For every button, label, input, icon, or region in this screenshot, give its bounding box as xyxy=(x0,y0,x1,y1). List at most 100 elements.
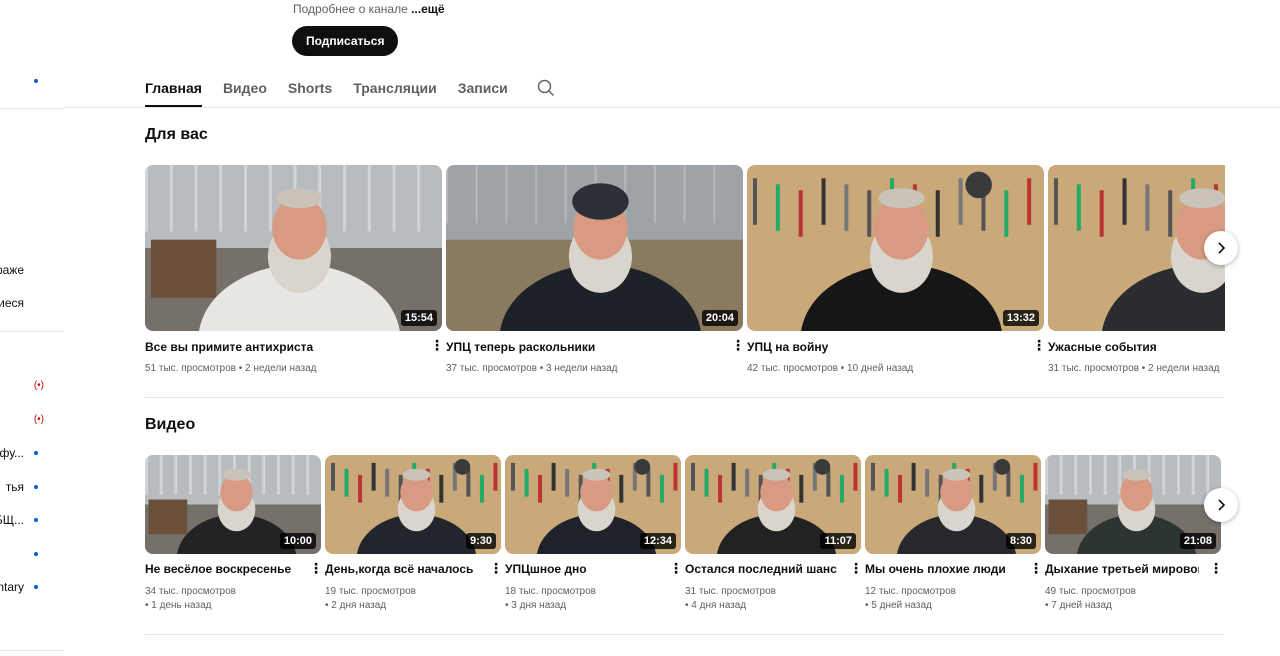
thumbnail-image xyxy=(446,165,743,331)
section-title-videos: Видео xyxy=(145,416,196,433)
video-views: 19 тыс. просмотров xyxy=(325,586,416,597)
video-title[interactable]: УПЦ теперь раскольники xyxy=(446,340,721,354)
video-thumbnail[interactable]: 8:30 xyxy=(865,455,1041,554)
section-title-for-you: Для вас xyxy=(145,126,208,143)
video-age: • 1 день назад xyxy=(145,600,212,611)
video-title[interactable]: Остался последний шанс xyxy=(685,562,839,576)
video-title[interactable]: Дыхание третьей мировой xyxy=(1045,562,1199,576)
video-title[interactable]: Мы очень плохие люди xyxy=(865,562,1019,576)
video-card[interactable]: 10:00 Не весёлое воскресенье ⋮ 34 тыс. прос… xyxy=(145,455,323,611)
video-views: 31 тыс. просмотров xyxy=(685,586,776,597)
description-more-link[interactable]: ...ещё xyxy=(411,2,444,16)
video-thumbnail[interactable]: 10:00 xyxy=(145,455,321,554)
sidebar-item[interactable]: й фу... xyxy=(0,436,64,470)
new-content-dot-icon xyxy=(34,518,38,522)
video-card[interactable]: 20:04 УПЦ теперь раскольники ⋮ 37 тыс. прос… xyxy=(446,165,745,374)
video-thumbnail[interactable]: 13:32 xyxy=(747,165,1044,331)
video-menu-button[interactable]: ⋮ xyxy=(1032,338,1046,352)
video-duration: 8:30 xyxy=(1005,533,1036,549)
sidebar-item[interactable]: раже xyxy=(0,253,64,287)
video-menu-button[interactable]: ⋮ xyxy=(1029,561,1043,575)
video-card[interactable]: 9:30 День,когда всё началось ⋮ 19 тыс. прос… xyxy=(325,455,503,611)
channel-tabs: Главная Видео Shorts Трансляции Записи xyxy=(145,70,555,107)
sidebar-item[interactable]: ntary xyxy=(0,570,64,604)
video-age: • 2 дня назад xyxy=(325,600,387,611)
video-duration: 9:30 xyxy=(465,533,496,549)
new-content-dot-icon xyxy=(34,585,38,589)
video-age: • 7 дней назад xyxy=(1045,600,1112,611)
new-content-dot-icon xyxy=(34,79,38,83)
search-icon xyxy=(537,79,554,96)
video-thumbnail[interactable]: 20:04 xyxy=(446,165,743,331)
thumbnail-image xyxy=(145,165,442,331)
sidebar-item[interactable]: иеся xyxy=(0,286,64,320)
channel-description[interactable]: Подробнее о канале ...ещё xyxy=(293,2,445,16)
video-menu-button[interactable]: ⋮ xyxy=(849,561,863,575)
video-duration: 15:54 xyxy=(400,310,437,326)
video-menu-button[interactable]: ⋮ xyxy=(1209,561,1223,575)
video-duration: 13:32 xyxy=(1002,310,1039,326)
video-card[interactable]: 8:30 Мы очень плохие люди ⋮ 12 тыс. просмот… xyxy=(865,455,1043,611)
video-title[interactable]: Ужасные события xyxy=(1048,340,1225,354)
tab-0[interactable]: Главная xyxy=(145,70,202,107)
video-duration: 21:08 xyxy=(1179,533,1216,549)
video-menu-button[interactable]: ⋮ xyxy=(489,561,503,575)
video-title[interactable]: Все вы примите антихриста xyxy=(145,340,420,354)
new-content-dot-icon xyxy=(34,451,38,455)
video-thumbnail[interactable]: 9:30 xyxy=(325,455,501,554)
chevron-right-icon xyxy=(1218,242,1226,254)
tab-2[interactable]: Shorts xyxy=(288,70,332,107)
video-thumbnail[interactable]: 15:54 xyxy=(145,165,442,331)
video-card[interactable]: 15:54 Все вы примите антихриста ⋮ 51 тыс. п… xyxy=(145,165,444,374)
video-card[interactable]: 11:07 Остался последний шанс ⋮ 31 тыс. прос… xyxy=(685,455,863,611)
video-thumbnail[interactable]: 12:34 xyxy=(505,455,681,554)
video-thumbnail[interactable]: 11:07 xyxy=(685,455,861,554)
video-menu-button[interactable]: ⋮ xyxy=(309,561,323,575)
video-title[interactable]: УПЦ на войну xyxy=(747,340,1022,354)
video-menu-button[interactable]: ⋮ xyxy=(731,338,745,352)
sidebar-item[interactable]: БЩ... xyxy=(0,503,64,537)
video-duration: 12:34 xyxy=(639,533,676,549)
videos-next-button[interactable] xyxy=(1204,488,1238,522)
tab-search-button[interactable] xyxy=(537,70,555,102)
videos-row: 10:00 Не весёлое воскресенье ⋮ 34 тыс. прос… xyxy=(145,455,1225,620)
section-divider xyxy=(145,397,1225,398)
sidebar-item-label: иеся xyxy=(0,296,24,310)
video-title[interactable]: Не весёлое воскресенье xyxy=(145,562,299,576)
video-meta: 42 тыс. просмотров • 10 дней назад xyxy=(747,363,914,374)
video-thumbnail[interactable] xyxy=(1048,165,1225,331)
video-duration: 11:07 xyxy=(820,533,856,549)
sidebar-item-label: раже xyxy=(0,263,24,277)
video-title[interactable]: УПЦшное дно xyxy=(505,562,659,576)
video-menu-button[interactable]: ⋮ xyxy=(430,338,444,352)
sidebar-divider xyxy=(0,331,64,332)
sidebar-item[interactable] xyxy=(0,64,64,98)
video-meta: 51 тыс. просмотров • 2 недели назад xyxy=(145,363,317,374)
live-icon: (•) xyxy=(33,413,44,425)
for-you-row: 15:54 Все вы примите антихриста ⋮ 51 тыс. п… xyxy=(145,165,1225,380)
video-duration: 10:00 xyxy=(279,533,316,549)
video-card[interactable]: 21:08 Дыхание третьей мировой ⋮ 49 тыс. про… xyxy=(1045,455,1223,611)
subscribe-button[interactable]: Подписаться xyxy=(292,26,399,56)
tab-4[interactable]: Записи xyxy=(458,70,508,107)
sidebar-item[interactable] xyxy=(0,537,64,571)
video-card[interactable]: 13:32 УПЦ на войну ⋮ 42 тыс. просмотров • 1… xyxy=(747,165,1046,374)
video-card[interactable]: Ужасные события⋮31 тыс. просмотров • 2 н… xyxy=(1048,165,1225,374)
sidebar-divider xyxy=(0,650,64,651)
video-thumbnail[interactable]: 21:08 xyxy=(1045,455,1221,554)
tab-3[interactable]: Трансляции xyxy=(353,70,436,107)
sidebar-divider xyxy=(0,108,64,109)
video-card[interactable]: 12:34 УПЦшное дно ⋮ 18 тыс. просмотров • 3 д… xyxy=(505,455,683,611)
sidebar-item-label: тья xyxy=(5,480,24,494)
for-you-next-button[interactable] xyxy=(1204,231,1238,265)
live-icon: (•) xyxy=(33,379,44,391)
sidebar-item[interactable]: (•) xyxy=(0,368,64,402)
video-menu-button[interactable]: ⋮ xyxy=(669,561,683,575)
sidebar-item[interactable]: (•) xyxy=(0,402,64,436)
video-meta: 37 тыс. просмотров • 3 недели назад xyxy=(446,363,618,374)
channel-description-text: Подробнее о канале xyxy=(293,2,408,16)
thumbnail-image xyxy=(747,165,1044,331)
video-title[interactable]: День,когда всё началось xyxy=(325,562,479,576)
tab-1[interactable]: Видео xyxy=(223,70,267,107)
sidebar-item[interactable]: тья xyxy=(0,470,64,504)
